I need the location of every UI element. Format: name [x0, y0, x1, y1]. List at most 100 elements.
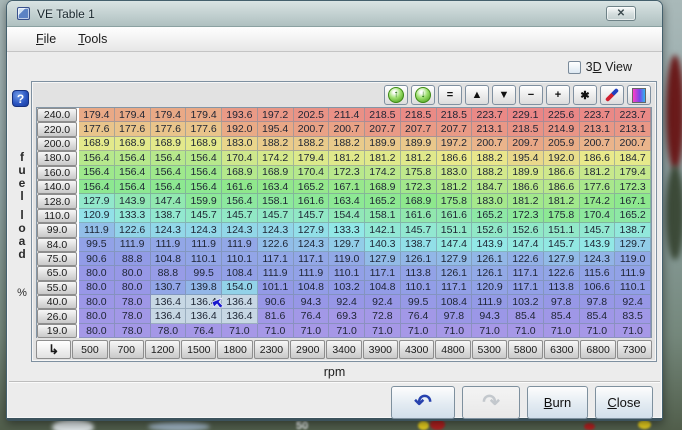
- ve-cell[interactable]: 177.6: [580, 180, 616, 194]
- ve-cell[interactable]: 170.4: [580, 209, 616, 223]
- ve-cell[interactable]: 97.8: [580, 295, 616, 309]
- ve-cell[interactable]: 181.2: [401, 151, 437, 165]
- ve-cell[interactable]: 156.4: [151, 180, 187, 194]
- ve-cell[interactable]: 133.3: [329, 223, 365, 237]
- ve-cell[interactable]: 71.0: [329, 324, 365, 338]
- ve-cell[interactable]: 165.2: [294, 180, 330, 194]
- rpm-bin-header[interactable]: 3900: [363, 340, 398, 359]
- ve-cell[interactable]: 179.4: [79, 108, 115, 122]
- rpm-bin-header[interactable]: 5800: [508, 340, 543, 359]
- load-bin-header[interactable]: 220.0: [37, 122, 77, 136]
- ve-cell[interactable]: 179.4: [615, 166, 651, 180]
- ve-cell[interactable]: 127.9: [79, 194, 115, 208]
- ve-cell[interactable]: 186.6: [508, 180, 544, 194]
- ve-cell[interactable]: 186.6: [544, 180, 580, 194]
- ve-cell[interactable]: 188.2: [329, 137, 365, 151]
- ve-cell[interactable]: 168.9: [115, 137, 151, 151]
- rpm-bin-header[interactable]: 1800: [217, 340, 252, 359]
- ve-cell[interactable]: 152.6: [508, 223, 544, 237]
- load-bin-header[interactable]: 240.0: [37, 108, 77, 122]
- ve-cell[interactable]: 156.4: [115, 166, 151, 180]
- ve-cell[interactable]: 72.8: [365, 309, 401, 323]
- ve-cell[interactable]: 168.9: [365, 180, 401, 194]
- ve-cell[interactable]: 103.2: [508, 295, 544, 309]
- ve-cell[interactable]: 151.1: [544, 223, 580, 237]
- ve-cell[interactable]: 71.0: [401, 324, 437, 338]
- ve-cell[interactable]: 175.8: [401, 166, 437, 180]
- shift-table-down-button[interactable]: ↓: [411, 85, 435, 105]
- ve-cell[interactable]: 110.1: [329, 266, 365, 280]
- ve-cell[interactable]: 188.2: [472, 166, 508, 180]
- ve-cell[interactable]: 71.0: [437, 324, 473, 338]
- ve-cell[interactable]: 168.9: [186, 137, 222, 151]
- ve-cell[interactable]: 71.0: [258, 324, 294, 338]
- increase-cells-button[interactable]: ▲: [465, 85, 489, 105]
- ve-cell[interactable]: 80.0: [79, 266, 115, 280]
- ve-cell[interactable]: 120.9: [472, 281, 508, 295]
- ve-cell[interactable]: 197.2: [437, 137, 473, 151]
- close-window-button[interactable]: ✕: [606, 6, 636, 21]
- ve-cell[interactable]: 200.7: [329, 122, 365, 136]
- ve-cell[interactable]: 168.9: [79, 137, 115, 151]
- ve-cell[interactable]: 78.0: [115, 309, 151, 323]
- ve-cell[interactable]: 145.7: [294, 209, 330, 223]
- ve-cell[interactable]: 127.9: [544, 252, 580, 266]
- burn-button[interactable]: Burn: [527, 386, 588, 419]
- rpm-bin-header[interactable]: 2300: [254, 340, 289, 359]
- ve-cell[interactable]: 158.1: [365, 209, 401, 223]
- ve-cell[interactable]: 80.0: [115, 266, 151, 280]
- ve-cell[interactable]: 113.8: [544, 281, 580, 295]
- menu-tools[interactable]: Tools: [69, 29, 116, 49]
- rpm-bin-header[interactable]: 500: [72, 340, 107, 359]
- ve-cell[interactable]: 200.7: [472, 137, 508, 151]
- ve-cell[interactable]: 81.6: [258, 309, 294, 323]
- ve-cell[interactable]: 85.4: [508, 309, 544, 323]
- ve-cell[interactable]: 161.6: [401, 209, 437, 223]
- view-3d-toggle[interactable]: 3D View: [568, 60, 632, 74]
- ve-cell[interactable]: 111.9: [294, 266, 330, 280]
- ve-cell[interactable]: 151.1: [437, 223, 473, 237]
- ve-cell[interactable]: 168.9: [401, 194, 437, 208]
- ve-cell[interactable]: 117.1: [508, 266, 544, 280]
- ve-cell[interactable]: 154.4: [329, 209, 365, 223]
- ve-cell[interactable]: 195.4: [258, 122, 294, 136]
- ve-cell[interactable]: 156.4: [79, 166, 115, 180]
- ve-cell[interactable]: 197.2: [258, 108, 294, 122]
- ve-cell[interactable]: 71.0: [222, 324, 258, 338]
- rpm-bin-header[interactable]: 4800: [435, 340, 470, 359]
- ve-cell[interactable]: 154.0: [222, 281, 258, 295]
- ve-cell[interactable]: 127.9: [437, 252, 473, 266]
- ve-cell[interactable]: 117.1: [508, 281, 544, 295]
- ve-cell[interactable]: 122.6: [544, 266, 580, 280]
- ve-cell[interactable]: 156.4: [186, 180, 222, 194]
- subtract-button[interactable]: −: [519, 85, 543, 105]
- ve-cell[interactable]: 156.4: [186, 151, 222, 165]
- ve-cell[interactable]: 161.6: [222, 180, 258, 194]
- ve-cell[interactable]: 111.9: [79, 223, 115, 237]
- ve-cell[interactable]: 71.0: [544, 324, 580, 338]
- ve-cell[interactable]: 92.4: [365, 295, 401, 309]
- menu-file[interactable]: File: [27, 29, 65, 49]
- ve-cell[interactable]: 111.9: [615, 266, 651, 280]
- ve-cell[interactable]: 165.2: [472, 209, 508, 223]
- ve-cell[interactable]: 174.2: [580, 194, 616, 208]
- ve-cell[interactable]: 78.0: [115, 295, 151, 309]
- ve-cell[interactable]: 147.4: [151, 194, 187, 208]
- ve-cell[interactable]: 71.0: [365, 324, 401, 338]
- ve-cell[interactable]: 122.6: [115, 223, 151, 237]
- ve-cell[interactable]: 80.0: [79, 324, 115, 338]
- ve-cell[interactable]: 159.9: [186, 194, 222, 208]
- ve-cell[interactable]: 76.4: [401, 309, 437, 323]
- load-bin-header[interactable]: 99.0: [37, 223, 77, 237]
- load-bin-header[interactable]: 65.0: [37, 266, 77, 280]
- ve-cell[interactable]: 122.6: [508, 252, 544, 266]
- ve-cell[interactable]: 143.9: [115, 194, 151, 208]
- add-button[interactable]: +: [546, 85, 570, 105]
- shift-table-up-button[interactable]: ↑: [384, 85, 408, 105]
- load-bin-header[interactable]: 75.0: [37, 252, 77, 266]
- ve-cell[interactable]: 225.6: [544, 108, 580, 122]
- ve-cell[interactable]: 145.7: [222, 209, 258, 223]
- ve-cell[interactable]: 83.5: [615, 309, 651, 323]
- ve-cell[interactable]: 229.1: [508, 108, 544, 122]
- ve-cell[interactable]: 156.4: [79, 180, 115, 194]
